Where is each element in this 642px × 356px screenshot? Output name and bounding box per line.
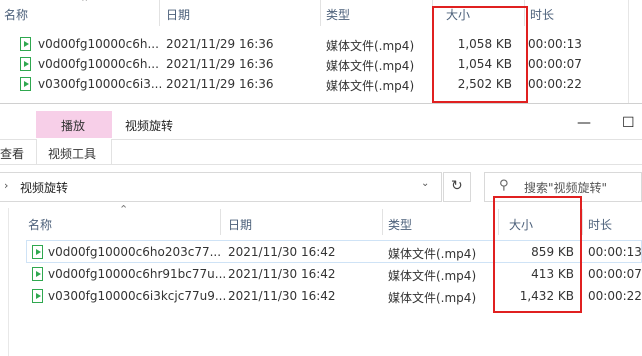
file-name: v0300fg10000c6i3kcjc77u9...	[48, 289, 227, 303]
column-divider[interactable]	[220, 209, 221, 235]
tab-view[interactable]: 查看	[0, 145, 24, 162]
file-duration: 00:00:07	[588, 267, 642, 281]
file-date: 2021/11/29 16:36	[166, 57, 274, 71]
chevron-right-icon: ›	[4, 179, 9, 192]
column-name[interactable]: 名称	[4, 6, 28, 23]
file-name: v0d00fg10000c6h...	[38, 37, 159, 51]
search-icon: ⚲	[499, 178, 509, 193]
column-duration[interactable]: 时长	[530, 6, 554, 23]
file-row[interactable]: v0d00fg10000c6h... 2021/11/29 16:36 媒体文件…	[0, 54, 642, 74]
file-name: v0d00fg10000c6hr91bc77u...	[48, 267, 227, 281]
file-type: 媒体文件(.mp4)	[388, 247, 477, 261]
file-name: v0d00fg10000c6h...	[38, 57, 159, 71]
file-date: 2021/11/29 16:36	[166, 37, 274, 51]
video-file-icon	[32, 267, 43, 281]
file-row[interactable]: v0300fg10000c6i3... 2021/11/29 16:36 媒体文…	[0, 74, 642, 94]
file-duration: 00:00:13	[528, 37, 582, 51]
column-date[interactable]: 日期	[166, 6, 190, 23]
address-path: 视频旋转	[20, 181, 69, 195]
video-file-icon	[32, 245, 43, 259]
video-file-icon	[20, 57, 31, 71]
file-date: 2021/11/30 16:42	[228, 267, 336, 281]
column-divider[interactable]	[159, 0, 160, 26]
window-edge	[628, 0, 642, 103]
file-type: 媒体文件(.mp4)	[326, 59, 415, 73]
file-type: 媒体文件(.mp4)	[326, 39, 415, 53]
column-type[interactable]: 类型	[326, 6, 350, 23]
file-date: 2021/11/29 16:36	[166, 77, 274, 91]
minimize-button[interactable]: —	[577, 115, 591, 131]
file-date: 2021/11/30 16:42	[228, 245, 336, 259]
file-duration: 00:00:22	[588, 289, 642, 303]
file-type: 媒体文件(.mp4)	[326, 79, 415, 93]
column-divider[interactable]	[320, 0, 321, 26]
sort-chevron-up-icon: ⌃	[80, 0, 90, 9]
file-date: 2021/11/30 16:42	[228, 289, 336, 303]
tab-play-label: 播放	[61, 119, 86, 133]
file-duration: 00:00:13	[588, 245, 642, 259]
video-file-icon	[32, 289, 43, 303]
column-divider[interactable]	[582, 209, 583, 235]
file-type: 媒体文件(.mp4)	[388, 291, 477, 305]
maximize-button[interactable]: ☐	[622, 115, 635, 131]
column-divider[interactable]	[382, 209, 383, 235]
search-placeholder: 搜索"视频旋转"	[524, 181, 608, 195]
ribbon-bottom-border	[0, 164, 642, 165]
file-type: 媒体文件(.mp4)	[388, 269, 477, 283]
video-file-icon	[20, 37, 31, 51]
sort-chevron-up-icon: ⌃	[119, 203, 129, 216]
tab-video-tools-label: 视频工具	[48, 147, 97, 161]
size-highlight-box	[432, 6, 528, 103]
video-file-icon	[20, 77, 31, 91]
dropdown-icon[interactable]: ⌄	[421, 178, 429, 189]
refresh-icon: ↻	[451, 178, 463, 194]
column-duration[interactable]: 时长	[588, 216, 612, 233]
size-highlight-box	[493, 196, 582, 313]
file-name: v0d00fg10000c6ho203c77...	[48, 245, 222, 259]
column-name[interactable]: 名称	[28, 216, 52, 233]
window-title: 视频旋转	[125, 119, 174, 133]
bottom-explorer-window: 播放 视频旋转 — ☐ 查看 视频工具 › 视频旋转 ⌄ ↻ ⚲ 搜索"视频旋转…	[0, 103, 642, 356]
column-date[interactable]: 日期	[228, 216, 252, 233]
top-explorer-window: 名称 ⌃ 日期 类型 大小 时长 v0d00fg10000c6h... 2021…	[0, 0, 642, 103]
file-duration: 00:00:22	[528, 77, 582, 91]
file-name: v0300fg10000c6i3...	[38, 77, 163, 91]
column-type[interactable]: 类型	[388, 216, 412, 233]
file-duration: 00:00:07	[528, 57, 582, 71]
file-row[interactable]: v0d00fg10000c6h... 2021/11/29 16:36 媒体文件…	[0, 34, 642, 54]
